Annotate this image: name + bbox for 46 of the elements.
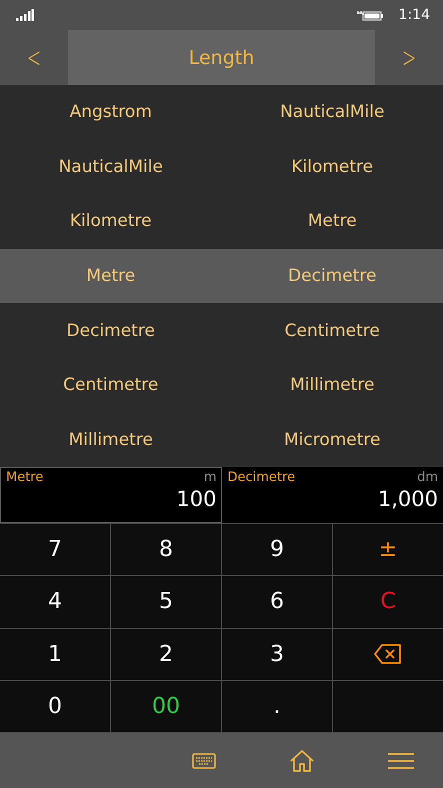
keypad-key[interactable]: 6 bbox=[222, 576, 332, 628]
keypad-key[interactable]: . bbox=[222, 680, 332, 732]
unit-symbol: dm bbox=[417, 470, 438, 485]
keypad-key[interactable]: 9 bbox=[222, 524, 332, 576]
from-unit-item[interactable]: Metre bbox=[0, 248, 222, 304]
unit-symbol: m bbox=[204, 470, 216, 485]
keypad-key[interactable]: C bbox=[333, 576, 443, 628]
keypad-key[interactable]: 0 bbox=[0, 680, 110, 732]
keypad-key[interactable]: 7 bbox=[0, 524, 110, 576]
from-unit-item[interactable]: Millimetre bbox=[0, 412, 222, 468]
keypad-key[interactable]: 3 bbox=[222, 628, 332, 680]
keyboard-icon[interactable] bbox=[192, 752, 216, 768]
signal-icon bbox=[16, 9, 34, 21]
keypad-key[interactable]: 8 bbox=[111, 524, 221, 576]
from-unit-item[interactable]: Angstrom bbox=[0, 85, 222, 140]
unit-name: Decimetre bbox=[228, 470, 296, 485]
value-display[interactable]: Decimetre dm 1,000 bbox=[222, 467, 443, 523]
to-unit-item[interactable]: Decimetre bbox=[222, 248, 443, 304]
status-time: 1:14 bbox=[398, 7, 430, 23]
value-display[interactable]: Metre m 100 bbox=[0, 467, 222, 523]
keypad-key[interactable]: 00 bbox=[111, 680, 221, 732]
previous-button[interactable]: < bbox=[14, 30, 54, 85]
keypad-key[interactable]: 5 bbox=[111, 576, 221, 628]
to-unit-item[interactable]: Metre bbox=[222, 194, 443, 249]
keypad-key[interactable]: 2 bbox=[111, 628, 221, 680]
converted-value: 1,000 bbox=[378, 487, 438, 511]
battery-icon bbox=[356, 8, 385, 22]
to-unit-item[interactable]: Centimetre bbox=[222, 303, 443, 358]
from-unit-item[interactable]: Centimetre bbox=[0, 358, 222, 412]
keypad-key[interactable]: 1 bbox=[0, 628, 110, 680]
to-unit-item[interactable]: Kilometre bbox=[222, 140, 443, 194]
home-icon[interactable] bbox=[290, 750, 314, 772]
from-unit-item[interactable]: Decimetre bbox=[0, 303, 222, 358]
to-unit-item[interactable]: Millimetre bbox=[222, 358, 443, 412]
backspace-key[interactable] bbox=[333, 628, 443, 680]
backspace-icon bbox=[374, 643, 402, 666]
from-unit-item[interactable]: Kilometre bbox=[0, 194, 222, 249]
to-unit-item[interactable]: Micrometre bbox=[222, 412, 443, 468]
next-button[interactable]: > bbox=[388, 30, 430, 85]
converted-value: 100 bbox=[176, 487, 216, 511]
keypad-key[interactable]: ± bbox=[333, 524, 443, 576]
to-unit-item[interactable]: NauticalMile bbox=[222, 85, 443, 140]
keypad-key[interactable]: 4 bbox=[0, 576, 110, 628]
menu-icon[interactable] bbox=[388, 752, 414, 768]
from-unit-item[interactable]: NauticalMile bbox=[0, 140, 222, 194]
unit-name: Metre bbox=[6, 470, 44, 485]
